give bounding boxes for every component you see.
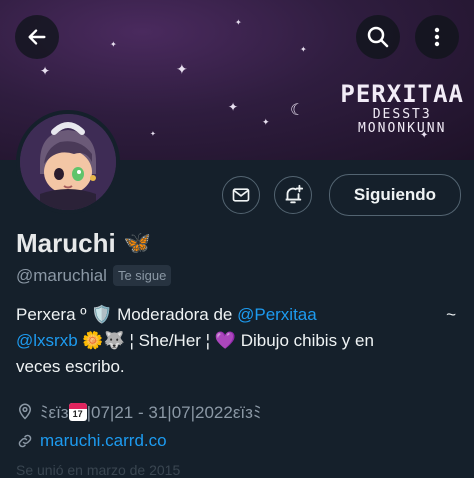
- more-vertical-icon: [434, 27, 440, 47]
- link-icon: [18, 434, 32, 448]
- brand-line1: DESST3: [372, 107, 432, 122]
- mention-lxsrxb-link[interactable]: @lxsrxb: [16, 331, 78, 350]
- calendar-emoji: 17: [68, 403, 87, 421]
- star-decoration: ✦: [228, 100, 239, 114]
- star-decoration: ✦: [176, 62, 188, 78]
- bio-line-1: Perxera º 🛡️ Moderadora de @Perxitaa ~: [16, 302, 456, 328]
- following-button[interactable]: Siguiendo: [329, 174, 461, 216]
- location-dates: |07|21 - 31|07|2022εїз: [86, 403, 253, 422]
- message-button[interactable]: [222, 176, 260, 214]
- display-name: Maruchi 🦋: [16, 228, 151, 259]
- calendar-number: 17: [72, 409, 83, 419]
- star-decoration: ✦: [235, 18, 242, 27]
- follows-you-badge: Te sigue: [112, 265, 172, 286]
- location-prefix: ﾐεїз: [40, 403, 69, 422]
- location-suffix: ﾐ: [252, 403, 262, 422]
- location-row: ﾐεїз 17 |07|21 - 31|07|2022εїзﾐ: [16, 398, 261, 423]
- bell-plus-icon: [285, 184, 304, 204]
- star-decoration: ✦: [110, 40, 117, 49]
- more-button[interactable]: [415, 15, 459, 59]
- location-pin-icon: [18, 403, 32, 420]
- moon-icon: ☾: [290, 100, 305, 119]
- location-text: ﾐεїз 17 |07|21 - 31|07|2022εїзﾐ: [40, 398, 261, 423]
- chibi-avatar-illustration: [20, 114, 116, 210]
- handle-row: @maruchial Te sigue: [16, 265, 172, 286]
- search-button[interactable]: [356, 15, 400, 59]
- brand-line2: MONONKUNN: [357, 121, 447, 136]
- avatar[interactable]: [16, 110, 120, 214]
- star-decoration: ✦: [262, 118, 270, 128]
- bio-text: Perxera º 🛡️ Moderadora de: [16, 305, 238, 324]
- mention-perxitaa-link[interactable]: @Perxitaa: [237, 305, 317, 324]
- website-link[interactable]: maruchi.carrd.co: [40, 431, 167, 451]
- display-name-text: Maruchi: [16, 228, 116, 258]
- search-icon: [367, 26, 389, 48]
- bio-text: 🌼🐺 ¦ She/Her ¦ 💜 Dibujo chibis y en: [82, 331, 374, 350]
- arrow-left-icon: [28, 29, 46, 45]
- back-button[interactable]: [15, 15, 59, 59]
- butterfly-emoji: 🦋: [123, 231, 152, 256]
- website-row: maruchi.carrd.co: [16, 431, 167, 451]
- mail-icon: [232, 188, 250, 202]
- bio-tilde: ~: [446, 305, 456, 324]
- bio-line-2: @lxsrxb 🌼🐺 ¦ She/Her ¦ 💜 Dibujo chibis y…: [16, 328, 456, 354]
- profile-bio: Perxera º 🛡️ Moderadora de @Perxitaa ~ @…: [16, 302, 456, 380]
- username-handle: @maruchial: [16, 265, 107, 285]
- banner-brand-text: PERXITAA DESST3 MONONKUNN: [340, 80, 464, 136]
- star-decoration: ✦: [40, 64, 51, 78]
- star-decoration: ✦: [300, 45, 307, 54]
- bio-line-3: veces escribo.: [16, 357, 125, 376]
- avatar-image: [20, 114, 116, 210]
- brand-title: PERXITAA: [340, 80, 464, 108]
- star-decoration: ✦: [150, 130, 156, 138]
- join-date-partial: Se unió en marzo de 2015: [16, 462, 181, 478]
- notifications-button[interactable]: [274, 176, 312, 214]
